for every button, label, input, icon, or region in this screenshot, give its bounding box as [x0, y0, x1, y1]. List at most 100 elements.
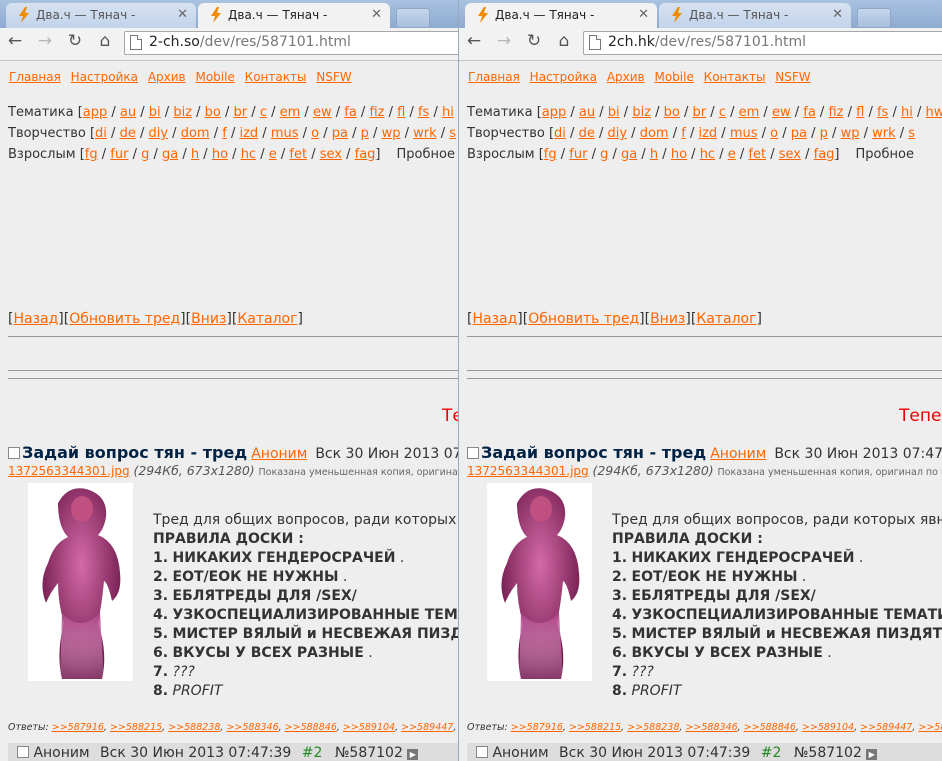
board-link[interactable]: ho	[671, 147, 687, 162]
menu-settings-link[interactable]: Настройка	[71, 70, 138, 84]
board-link[interactable]: fur	[110, 147, 128, 162]
board-link[interactable]: di	[554, 126, 566, 141]
board-link[interactable]: fag	[814, 147, 835, 162]
reply-link[interactable]: >>588238	[627, 722, 679, 733]
board-link[interactable]: em	[739, 105, 760, 120]
expand-arrow-icon[interactable]: ▶	[866, 749, 878, 760]
back-arrow-icon[interactable]: ←	[4, 31, 26, 51]
new-tab-button[interactable]	[857, 8, 891, 28]
nav-catalog-link[interactable]: Каталог	[696, 311, 756, 327]
board-link[interactable]: de	[120, 126, 136, 141]
board-link[interactable]: fl	[856, 105, 864, 120]
board-link[interactable]: fg	[85, 147, 98, 162]
reply-link[interactable]: >>588846	[285, 722, 337, 733]
menu-contacts-link[interactable]: Контакты	[245, 70, 307, 84]
board-link[interactable]: fet	[289, 147, 307, 162]
board-link[interactable]: app	[542, 105, 566, 120]
menu-home-link[interactable]: Главная	[468, 70, 520, 84]
board-link[interactable]: hi	[442, 105, 454, 120]
board-link[interactable]: hc	[241, 147, 256, 162]
board-link[interactable]: hc	[700, 147, 715, 162]
back-arrow-icon[interactable]: ←	[463, 31, 485, 51]
board-link[interactable]: dom	[181, 126, 210, 141]
board-link[interactable]: br	[693, 105, 707, 120]
menu-home-link[interactable]: Главная	[9, 70, 61, 84]
post-checkbox[interactable]	[8, 447, 20, 459]
reply-number[interactable]: №587102	[335, 745, 403, 761]
reload-icon[interactable]: ↻	[64, 31, 86, 51]
tab-1[interactable]: Два.ч — Тянач - ✕	[465, 3, 657, 28]
board-link[interactable]: fag	[355, 147, 376, 162]
board-link[interactable]: fa	[344, 105, 357, 120]
op-thumbnail[interactable]	[28, 483, 133, 681]
board-link[interactable]: bi	[608, 105, 620, 120]
board-link[interactable]: f	[222, 126, 227, 141]
board-link[interactable]: mus	[271, 126, 299, 141]
board-link[interactable]: ga	[621, 147, 637, 162]
menu-nsfw-link[interactable]: NSFW	[775, 70, 810, 84]
board-link[interactable]: wrk	[872, 126, 896, 141]
board-link[interactable]: fur	[569, 147, 587, 162]
board-link[interactable]: bi	[149, 105, 161, 120]
new-tab-button[interactable]	[396, 8, 430, 28]
board-link[interactable]: fl	[397, 105, 405, 120]
menu-nsfw-link[interactable]: NSFW	[316, 70, 351, 84]
nav-back-link[interactable]: Назад	[472, 311, 517, 327]
board-link[interactable]: fiz	[369, 105, 384, 120]
board-link[interactable]: f	[681, 126, 686, 141]
board-link[interactable]: au	[120, 105, 136, 120]
board-link[interactable]: ew	[772, 105, 791, 120]
board-link[interactable]: fa	[803, 105, 816, 120]
board-link[interactable]: g	[141, 147, 149, 162]
forward-arrow-icon[interactable]: →	[34, 31, 56, 51]
nav-back-link[interactable]: Назад	[13, 311, 58, 327]
menu-settings-link[interactable]: Настройка	[530, 70, 597, 84]
close-tab-icon[interactable]: ✕	[638, 3, 649, 27]
close-tab-icon[interactable]: ✕	[371, 3, 382, 27]
board-link[interactable]: fet	[748, 147, 766, 162]
menu-archive-link[interactable]: Архив	[607, 70, 645, 84]
address-bar[interactable]: 2-ch.so/dev/res/587101.html	[124, 31, 458, 55]
home-icon[interactable]: ⌂	[553, 31, 575, 51]
board-link[interactable]: ga	[162, 147, 178, 162]
address-bar[interactable]: 2ch.hk/dev/res/587101.html	[583, 31, 942, 55]
board-link[interactable]: hw	[926, 105, 942, 120]
board-row-trailing[interactable]: Пробное	[856, 147, 914, 162]
board-link[interactable]: sex	[779, 147, 801, 162]
board-link[interactable]: au	[579, 105, 595, 120]
board-link[interactable]: e	[728, 147, 736, 162]
board-link[interactable]: c	[260, 105, 267, 120]
board-link[interactable]: pa	[332, 126, 348, 141]
post-checkbox[interactable]	[476, 746, 488, 758]
reply-link[interactable]: >>589447	[401, 722, 453, 733]
board-link[interactable]: o	[311, 126, 319, 141]
reply-link[interactable]: >>587916	[511, 722, 563, 733]
reply-link[interactable]: >>589104	[343, 722, 395, 733]
board-link[interactable]: diy	[607, 126, 627, 141]
reply-link[interactable]: >>588215	[569, 722, 621, 733]
op-thumbnail[interactable]	[487, 483, 592, 681]
close-tab-icon[interactable]: ✕	[832, 3, 843, 27]
close-tab-icon[interactable]: ✕	[177, 3, 188, 27]
board-link[interactable]: wp	[841, 126, 860, 141]
board-link[interactable]: izd	[239, 126, 258, 141]
reply-link[interactable]: >>588346	[226, 722, 278, 733]
nav-down-link[interactable]: Вниз	[191, 311, 226, 327]
op-poster[interactable]: Аноним	[710, 446, 766, 462]
reply-link[interactable]: >>588238	[168, 722, 220, 733]
board-link[interactable]: c	[719, 105, 726, 120]
forward-arrow-icon[interactable]: →	[493, 31, 515, 51]
board-link[interactable]: s	[449, 126, 456, 141]
reply-link[interactable]: >>588846	[744, 722, 796, 733]
nav-refresh-link[interactable]: Обновить тред	[528, 311, 639, 327]
board-link[interactable]: biz	[632, 105, 651, 120]
board-link[interactable]: fg	[544, 147, 557, 162]
board-link[interactable]: de	[579, 126, 595, 141]
tab-2[interactable]: Два.ч — Тянач - ✕	[198, 3, 390, 28]
board-link[interactable]: hi	[901, 105, 913, 120]
file-link[interactable]: 1372563344301.jpg	[467, 464, 589, 478]
reply-link[interactable]: >>589104	[802, 722, 854, 733]
board-link[interactable]: ho	[212, 147, 228, 162]
board-link[interactable]: br	[234, 105, 248, 120]
board-link[interactable]: p	[361, 126, 369, 141]
